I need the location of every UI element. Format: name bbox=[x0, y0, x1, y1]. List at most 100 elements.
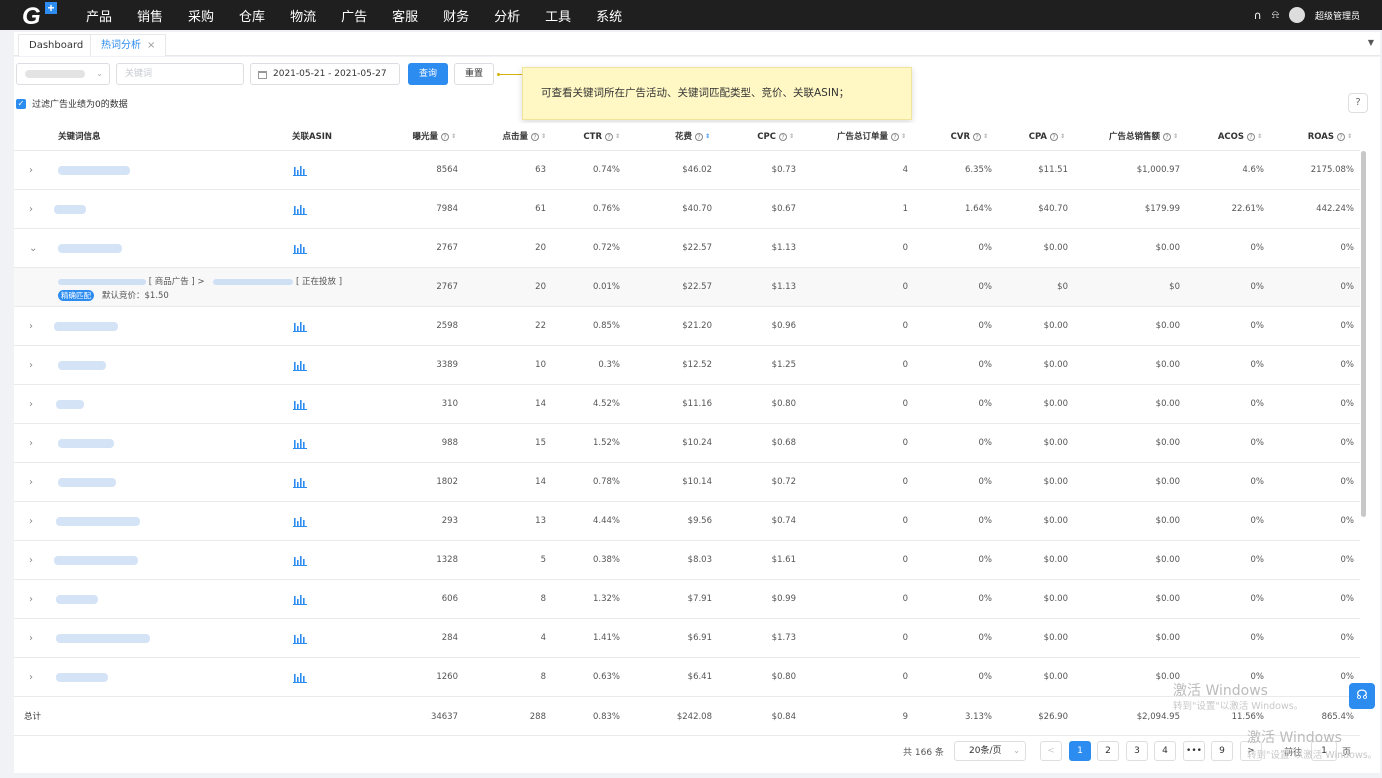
chevron-down-icon[interactable]: ▼ bbox=[1368, 38, 1374, 47]
bar-chart-icon[interactable] bbox=[293, 320, 307, 332]
expand-icon[interactable]: › bbox=[29, 580, 33, 619]
table-row[interactable]: › 988 15 1.52% $10.24 $0.68 0 0% $0.00 $0.00 0% 0% bbox=[14, 424, 1360, 463]
page-1-button[interactable]: 1 bbox=[1069, 741, 1091, 761]
tab-dashboard[interactable]: Dashboard bbox=[18, 34, 95, 56]
menu-item-tools[interactable]: 工具 bbox=[545, 6, 571, 25]
menu-item-warehouse[interactable]: 仓库 bbox=[239, 6, 265, 25]
reset-button[interactable]: 重置 bbox=[454, 63, 494, 85]
bar-chart-icon[interactable] bbox=[293, 242, 307, 254]
question-icon[interactable]: ? bbox=[1336, 132, 1345, 141]
menu-item-service[interactable]: 客服 bbox=[392, 6, 418, 25]
sort-active-icon[interactable]: ⇕ bbox=[705, 133, 710, 139]
sort-icon[interactable]: ⇕ bbox=[901, 133, 906, 139]
page-2-button[interactable]: 2 bbox=[1097, 741, 1119, 761]
question-icon[interactable]: ? bbox=[530, 132, 539, 141]
expand-icon[interactable]: › bbox=[29, 502, 33, 541]
sort-icon[interactable]: ⇕ bbox=[1060, 133, 1065, 139]
store-select[interactable]: ⌄ bbox=[16, 63, 110, 85]
expand-icon[interactable]: › bbox=[29, 346, 33, 385]
help-icon[interactable]: ? bbox=[1348, 93, 1368, 113]
bar-chart-icon[interactable] bbox=[293, 203, 307, 215]
sort-icon[interactable]: ⇕ bbox=[1173, 133, 1178, 139]
col-orders[interactable]: 广告总订单量 ? ⇕ bbox=[837, 123, 906, 151]
tab-hotword-analysis[interactable]: 热词分析 × bbox=[90, 34, 167, 56]
bar-chart-icon[interactable] bbox=[293, 632, 307, 644]
bar-chart-icon[interactable] bbox=[293, 164, 307, 176]
question-icon[interactable]: ? bbox=[604, 132, 613, 141]
sort-icon[interactable]: ⇕ bbox=[541, 133, 546, 139]
table-row[interactable]: ⌄ 2767 20 0.72% $22.57 $1.13 0 0% $0.00 $0.00 0% 0% bbox=[14, 229, 1360, 268]
col-total-sales[interactable]: 广告总销售额 ? ⇕ bbox=[1109, 123, 1178, 151]
bar-chart-icon[interactable] bbox=[293, 437, 307, 449]
bar-chart-icon[interactable] bbox=[293, 671, 307, 683]
question-icon[interactable]: ? bbox=[1246, 132, 1255, 141]
table-row[interactable]: › 8564 63 0.74% $46.02 $0.73 4 6.35% $11.51 $1,00… bbox=[14, 151, 1360, 190]
sort-icon[interactable]: ⇕ bbox=[983, 133, 988, 139]
bar-chart-icon[interactable] bbox=[293, 359, 307, 371]
bar-chart-icon[interactable] bbox=[293, 398, 307, 410]
question-icon[interactable]: ? bbox=[778, 132, 787, 141]
sort-icon[interactable]: ⇕ bbox=[615, 133, 620, 139]
headset-icon[interactable]: ∩ bbox=[1254, 9, 1262, 22]
vertical-scrollbar[interactable] bbox=[1361, 151, 1366, 517]
table-row[interactable]: › 284 4 1.41% $6.91 $1.73 0 0% $0.00 $0.00 0% 0% bbox=[14, 619, 1360, 658]
expand-icon[interactable]: › bbox=[29, 190, 33, 229]
question-icon[interactable]: ? bbox=[440, 132, 449, 141]
table-row[interactable]: › 606 8 1.32% $7.91 $0.99 0 0% $0.00 $0.00 0% 0% bbox=[14, 580, 1360, 619]
menu-item-finance[interactable]: 财务 bbox=[443, 6, 469, 25]
table-row[interactable]: › 310 14 4.52% $11.16 $0.80 0 0% $0.00 $0.00 0% 0% bbox=[14, 385, 1360, 424]
expand-icon[interactable]: › bbox=[29, 541, 33, 580]
col-ctr[interactable]: CTR ? ⇕ bbox=[583, 123, 620, 151]
bell-icon[interactable]: ⍾ bbox=[1272, 8, 1279, 22]
menu-item-logistics[interactable]: 物流 bbox=[290, 6, 316, 25]
question-icon[interactable]: ? bbox=[1162, 132, 1171, 141]
page-9-button[interactable]: 9 bbox=[1211, 741, 1233, 761]
menu-item-sales[interactable]: 销售 bbox=[137, 6, 163, 25]
sort-icon[interactable]: ⇕ bbox=[789, 133, 794, 139]
expand-icon[interactable]: › bbox=[29, 424, 33, 463]
table-subrow[interactable]: [ 商品广告 ] > [ 正在投放 ] 精确匹配 默认竞价：$1.50 2767 20 0… bbox=[14, 268, 1360, 307]
expand-icon[interactable]: › bbox=[29, 619, 33, 658]
col-cpc[interactable]: CPC ? ⇕ bbox=[757, 123, 794, 151]
table-row[interactable]: › 1802 14 0.78% $10.14 $0.72 0 0% $0.00 $0.00 0% 0% bbox=[14, 463, 1360, 502]
sort-icon[interactable]: ⇕ bbox=[1257, 133, 1262, 139]
question-icon[interactable]: ? bbox=[1049, 132, 1058, 141]
collapse-icon[interactable]: ⌄ bbox=[29, 229, 37, 268]
expand-icon[interactable]: › bbox=[29, 385, 33, 424]
expand-icon[interactable]: › bbox=[29, 658, 33, 697]
menu-item-purchase[interactable]: 采购 bbox=[188, 6, 214, 25]
bar-chart-icon[interactable] bbox=[293, 476, 307, 488]
page-size-select[interactable]: 20条/页 ⌄ bbox=[954, 741, 1026, 761]
logo[interactable]: G + bbox=[18, 0, 78, 30]
bar-chart-icon[interactable] bbox=[293, 554, 307, 566]
table-row[interactable]: › 1260 8 0.63% $6.41 $0.80 0 0% $0.00 $0.00 0% 0% bbox=[14, 658, 1360, 697]
page-3-button[interactable]: 3 bbox=[1126, 741, 1148, 761]
col-clicks[interactable]: 点击量 ? ⇕ bbox=[502, 123, 546, 151]
date-range-picker[interactable]: 2021-05-21 - 2021-05-27 bbox=[250, 63, 400, 85]
table-row[interactable]: › 3389 10 0.3% $12.52 $1.25 0 0% $0.00 $0.00 0% 0% bbox=[14, 346, 1360, 385]
menu-item-system[interactable]: 系统 bbox=[596, 6, 622, 25]
menu-item-analysis[interactable]: 分析 bbox=[494, 6, 520, 25]
table-row[interactable]: › 293 13 4.44% $9.56 $0.74 0 0% $0.00 $0.00 0% 0% bbox=[14, 502, 1360, 541]
sort-icon[interactable]: ⇕ bbox=[1347, 133, 1352, 139]
expand-icon[interactable]: › bbox=[29, 307, 33, 346]
col-spend[interactable]: 花费 ? ⇕ bbox=[675, 123, 710, 151]
col-cvr[interactable]: CVR ? ⇕ bbox=[951, 123, 988, 151]
col-acos[interactable]: ACOS ? ⇕ bbox=[1218, 123, 1262, 151]
question-icon[interactable]: ? bbox=[972, 132, 981, 141]
page-ellipsis-button[interactable]: ••• bbox=[1183, 741, 1205, 761]
menu-item-product[interactable]: 产品 bbox=[86, 6, 112, 25]
col-roas[interactable]: ROAS ? ⇕ bbox=[1308, 123, 1352, 151]
table-row[interactable]: › 7984 61 0.76% $40.70 $0.67 1 1.64% $40.70 $179.… bbox=[14, 190, 1360, 229]
expand-icon[interactable]: › bbox=[29, 463, 33, 502]
keyword-input[interactable]: 关键词 bbox=[116, 63, 244, 85]
query-button[interactable]: 查询 bbox=[408, 63, 448, 85]
page-4-button[interactable]: 4 bbox=[1154, 741, 1176, 761]
prev-page-button[interactable]: < bbox=[1040, 741, 1062, 761]
table-row[interactable]: › 1328 5 0.38% $8.03 $1.61 0 0% $0.00 $0.00 0% 0% bbox=[14, 541, 1360, 580]
username[interactable]: 超级管理员 bbox=[1315, 9, 1360, 22]
bar-chart-icon[interactable] bbox=[293, 515, 307, 527]
checkbox-checked-icon[interactable]: ✓ bbox=[16, 98, 26, 109]
sort-icon[interactable]: ⇕ bbox=[451, 133, 456, 139]
menu-item-ads[interactable]: 广告 bbox=[341, 6, 367, 25]
